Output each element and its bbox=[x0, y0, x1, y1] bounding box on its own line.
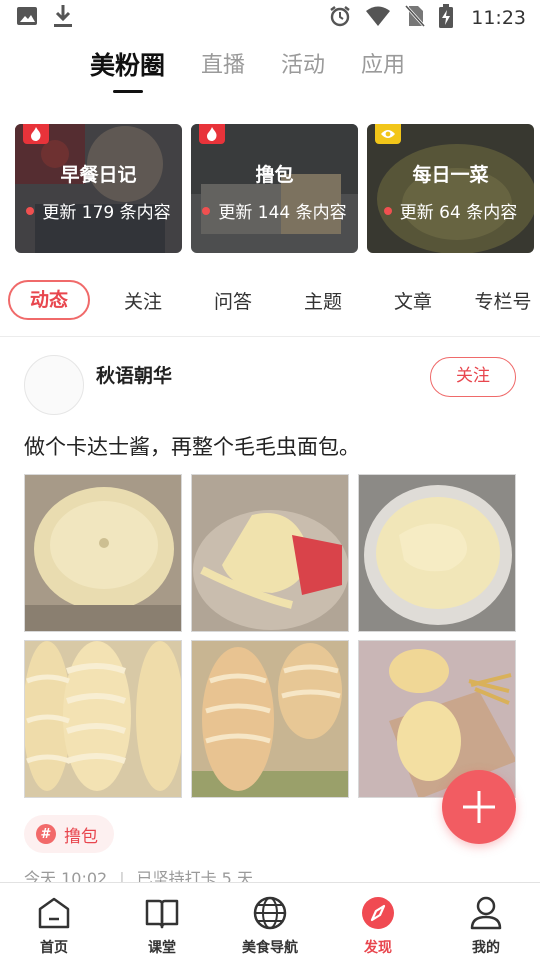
topic-card-breakfast-diary[interactable]: 早餐日记 更新 179 条内容 bbox=[15, 124, 182, 253]
red-dot-icon bbox=[26, 207, 35, 215]
post-photo-custard-on-spatula[interactable] bbox=[191, 474, 349, 632]
nav-label: 课堂 bbox=[148, 940, 176, 956]
user-icon bbox=[466, 893, 506, 933]
nav-me[interactable]: 我的 bbox=[432, 883, 540, 960]
topic-tag-chip[interactable]: # 撸包 bbox=[24, 815, 114, 853]
photo-grid bbox=[24, 474, 516, 798]
nav-food-guide[interactable]: 美食导航 bbox=[216, 883, 324, 960]
red-dot-icon bbox=[202, 207, 211, 215]
top-tabs: 美粉圈 直播 活动 应用 bbox=[0, 44, 540, 96]
topic-title: 早餐日记 bbox=[60, 164, 137, 186]
post-photo-custard-in-mixer[interactable] bbox=[24, 474, 182, 632]
tab-apps[interactable]: 应用 bbox=[361, 44, 405, 88]
topic-update-text: 更新 64 条内容 bbox=[399, 203, 518, 223]
nav-label: 首页 bbox=[40, 940, 68, 956]
tab-live[interactable]: 直播 bbox=[201, 44, 245, 88]
nav-label: 我的 bbox=[472, 940, 500, 956]
feed-tab-following[interactable]: 关注 bbox=[98, 287, 188, 314]
topic-update-count: 更新 64 条内容 bbox=[367, 198, 534, 223]
create-post-button[interactable] bbox=[442, 770, 516, 844]
feed-tab-articles[interactable]: 文章 bbox=[368, 287, 458, 314]
battery-charging-icon bbox=[439, 4, 454, 32]
topic-update-count: 更新 144 条内容 bbox=[191, 198, 358, 223]
post-photo-caterpillar-bread-dough[interactable] bbox=[24, 640, 182, 798]
no-sim-icon bbox=[405, 4, 426, 31]
topic-update-text: 更新 179 条内容 bbox=[42, 203, 171, 223]
status-time: 11:23 bbox=[471, 7, 526, 29]
eye-icon bbox=[375, 124, 401, 144]
topic-update-count: 更新 179 条内容 bbox=[15, 198, 182, 223]
post-photo-custard-in-bowl[interactable] bbox=[358, 474, 516, 632]
alarm-icon bbox=[329, 5, 351, 31]
nav-label: 美食导航 bbox=[242, 940, 298, 956]
status-left bbox=[16, 4, 74, 32]
nav-discover[interactable]: 发现 bbox=[324, 883, 432, 960]
flame-icon bbox=[23, 124, 49, 144]
tab-events[interactable]: 活动 bbox=[281, 44, 325, 88]
topic-tag-label: 撸包 bbox=[64, 826, 98, 847]
topic-update-text: 更新 144 条内容 bbox=[218, 203, 347, 223]
tab-meifenquan[interactable]: 美粉圈 bbox=[90, 44, 165, 88]
book-icon bbox=[142, 893, 182, 933]
feed-tab-columns[interactable]: 专栏号 bbox=[458, 287, 540, 314]
feed-tab-topics[interactable]: 主题 bbox=[278, 287, 368, 314]
topic-title: 撸包 bbox=[255, 164, 294, 186]
follow-button[interactable]: 关注 bbox=[430, 357, 516, 397]
nav-classroom[interactable]: 课堂 bbox=[108, 883, 216, 960]
post-author[interactable]: 秋语朝华 bbox=[96, 361, 172, 388]
feed-tabs: 动态 关注 问答 主题 文章 专栏号 bbox=[0, 278, 540, 322]
feed-tab-qa[interactable]: 问答 bbox=[188, 287, 278, 314]
hashtag-icon: # bbox=[36, 824, 56, 844]
feed-divider bbox=[0, 336, 540, 337]
nav-home[interactable]: 首页 bbox=[0, 883, 108, 960]
status-right: 11:23 bbox=[329, 4, 526, 32]
flame-icon bbox=[199, 124, 225, 144]
wifi-icon bbox=[365, 5, 391, 31]
plus-icon bbox=[463, 791, 495, 823]
avatar[interactable] bbox=[24, 355, 84, 415]
feed-tab-dynamic[interactable]: 动态 bbox=[8, 280, 90, 320]
post-text: 做个卡达士酱，再整个毛毛虫面包。 bbox=[24, 435, 360, 459]
compass-icon bbox=[358, 893, 398, 933]
topic-carousel: 早餐日记 更新 179 条内容 撸包 更新 144 条内容 每日一菜 更新 64… bbox=[15, 124, 535, 254]
post-photo-baked-caterpillar-bread[interactable] bbox=[191, 640, 349, 798]
image-icon bbox=[16, 5, 38, 31]
red-dot-icon bbox=[383, 207, 392, 215]
nav-label: 发现 bbox=[364, 940, 392, 956]
topic-card-bread[interactable]: 撸包 更新 144 条内容 bbox=[191, 124, 358, 253]
bottom-nav: 首页 课堂 美食导航 发现 我的 bbox=[0, 882, 540, 960]
status-bar: 11:23 bbox=[0, 0, 540, 36]
home-icon bbox=[34, 893, 74, 933]
download-icon bbox=[52, 4, 74, 32]
topic-title: 每日一菜 bbox=[412, 164, 489, 186]
globe-icon bbox=[250, 893, 290, 933]
topic-card-daily-dish[interactable]: 每日一菜 更新 64 条内容 bbox=[367, 124, 534, 253]
